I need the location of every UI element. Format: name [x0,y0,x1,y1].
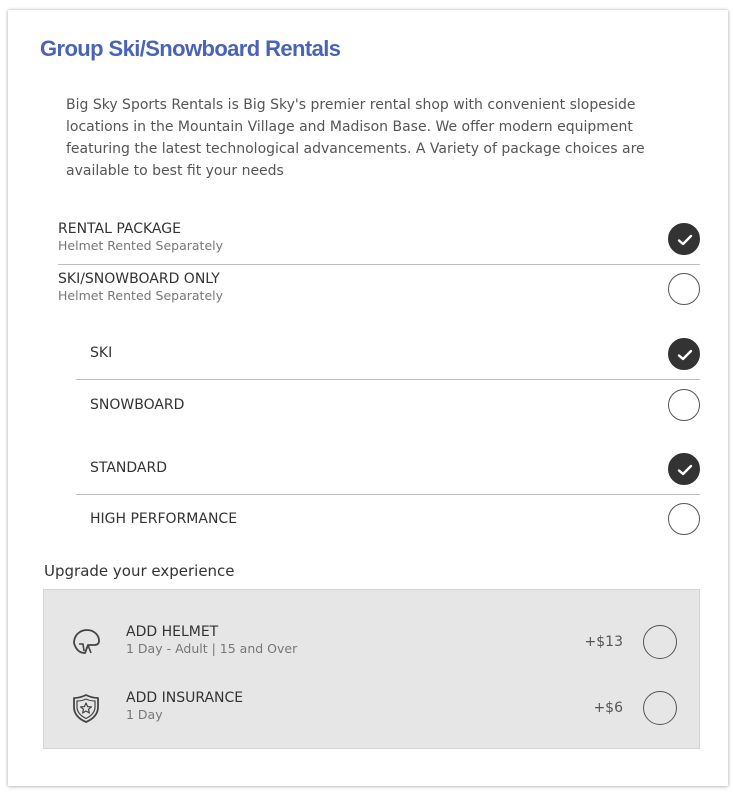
description: Big Sky Sports Rentals is Big Sky's prem… [66,97,645,179]
divider [76,379,700,380]
option-rental-package[interactable]: RENTAL PACKAGE Helmet Rented Separately [58,221,700,261]
page-title: Group Ski/Snowboard Rentals [40,36,341,61]
radio-standard[interactable] [668,453,700,485]
radio-rental-package[interactable] [668,223,700,255]
upgrade-sublabel: 1 Day - Adult | 15 and Over [126,641,298,656]
radio-snowboard[interactable] [668,389,700,421]
upgrade-item-helmet[interactable]: ADD HELMET 1 Day - Adult | 15 and Over +… [44,620,701,670]
option-label: SKI [90,345,113,361]
option-sublabel: Helmet Rented Separately [58,288,224,303]
upgrade-label: ADD HELMET [126,624,219,640]
radio-high-performance[interactable] [668,503,700,535]
shield-star-icon [70,692,102,724]
upgrade-heading: Upgrade your experience [44,562,235,580]
option-label: RENTAL PACKAGE [58,221,181,237]
option-label: SNOWBOARD [90,397,185,413]
option-label: STANDARD [90,460,168,476]
option-label: SKI/SNOWBOARD ONLY [58,271,220,287]
option-ski[interactable]: SKI [68,337,700,373]
option-sublabel: Helmet Rented Separately [58,238,224,253]
upgrade-price: +$13 [584,634,623,650]
option-high-performance[interactable]: HIGH PERFORMANCE [68,503,700,539]
radio-ski[interactable] [668,338,700,370]
divider [58,264,700,265]
radio-add-insurance[interactable] [643,691,677,725]
upgrade-sublabel: 1 Day [126,707,163,722]
upgrade-price: +$6 [593,700,623,716]
option-ski-snowboard-only[interactable]: SKI/SNOWBOARD ONLY Helmet Rented Separat… [58,271,700,311]
divider [76,494,700,495]
option-standard[interactable]: STANDARD [68,452,700,488]
option-label: HIGH PERFORMANCE [90,511,238,527]
upgrade-panel: ADD HELMET 1 Day - Adult | 15 and Over +… [43,589,700,749]
helmet-icon [70,626,102,658]
radio-ski-snowboard-only[interactable] [668,273,700,305]
upgrade-item-insurance[interactable]: ADD INSURANCE 1 Day +$6 [44,686,701,736]
upgrade-label: ADD INSURANCE [126,690,244,706]
radio-add-helmet[interactable] [643,625,677,659]
option-snowboard[interactable]: SNOWBOARD [68,389,700,425]
